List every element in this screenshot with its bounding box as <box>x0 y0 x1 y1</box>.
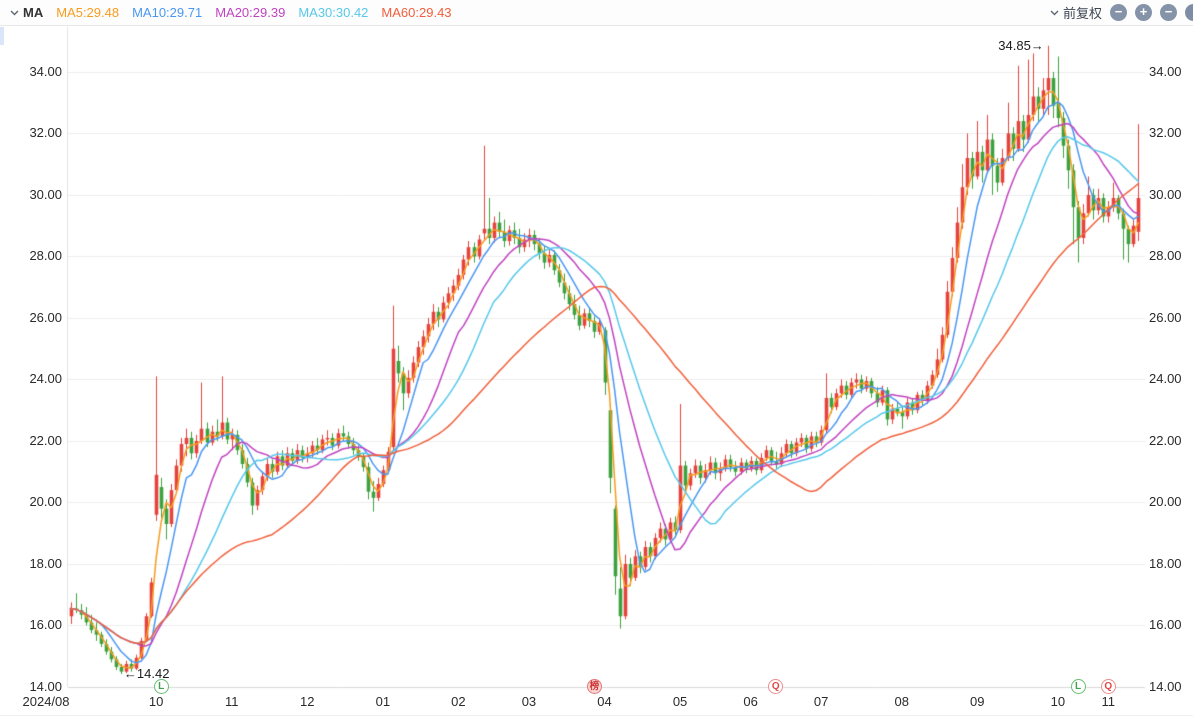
stock-chart-window: MA MA5:29.48 MA10:29.71 MA20:29.39 MA30:… <box>0 0 1193 720</box>
chevron-down-icon <box>10 10 19 16</box>
candlestick-chart[interactable] <box>0 0 1193 720</box>
chevron-down-icon <box>1050 10 1059 16</box>
zoom-out-button[interactable]: − <box>1110 4 1127 21</box>
collapse-button[interactable]: − <box>1160 4 1177 21</box>
event-marker-L[interactable]: L <box>1071 679 1086 694</box>
ma-indicator-toggle[interactable]: MA <box>10 5 43 20</box>
ma10-legend-value: MA10:29.71 <box>132 5 202 20</box>
chart-controls: 前复权 − + − <box>1050 3 1193 22</box>
ma60-legend-value: MA60:29.43 <box>381 5 451 20</box>
chart-toolbar: MA MA5:29.48 MA10:29.71 MA20:29.39 MA30:… <box>0 0 1193 26</box>
event-marker-榜[interactable]: 榜 <box>587 679 602 694</box>
ma-legend: MA MA5:29.48 MA10:29.71 MA20:29.39 MA30:… <box>10 5 452 20</box>
ma20-legend-value: MA20:29.39 <box>215 5 285 20</box>
event-marker-L[interactable]: L <box>154 679 169 694</box>
price-adjust-dropdown[interactable]: 前复权 <box>1050 3 1102 22</box>
more-button[interactable] <box>1185 4 1193 21</box>
zoom-in-button[interactable]: + <box>1135 4 1152 21</box>
price-adjust-label: 前复权 <box>1063 3 1102 22</box>
ma30-legend-value: MA30:30.42 <box>298 5 368 20</box>
ma5-legend-value: MA5:29.48 <box>56 5 119 20</box>
ma-indicator-label: MA <box>23 5 43 20</box>
event-marker-Q[interactable]: Q <box>1101 679 1116 694</box>
